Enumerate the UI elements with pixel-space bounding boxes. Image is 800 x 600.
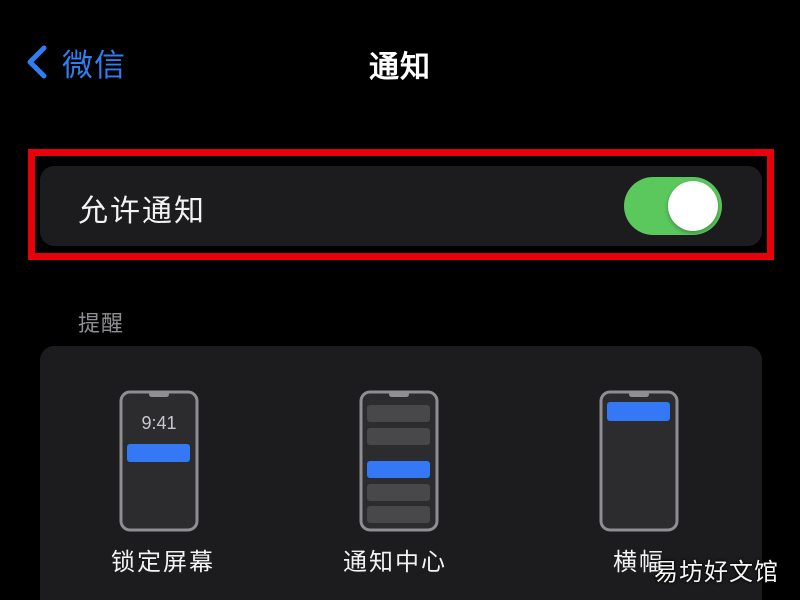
navigation-bar: 微信 通知	[0, 0, 800, 120]
allow-notifications-toggle[interactable]	[624, 177, 722, 235]
page-title: 通知	[369, 50, 431, 85]
lock-screen-time: 9:41	[141, 413, 176, 433]
allow-notifications-label: 允许通知	[78, 194, 206, 229]
alert-option-label: 通知中心	[343, 548, 447, 576]
notification-center-phone-icon	[359, 390, 439, 532]
banner-phone-icon	[599, 390, 679, 532]
lock-screen-phone-icon: 9:41	[119, 390, 199, 532]
alert-option-label: 锁定屏幕	[111, 548, 215, 576]
toggle-knob	[668, 181, 718, 231]
allow-notifications-row: 允许通知	[40, 166, 762, 246]
alert-option-notification-center[interactable]: 通知中心	[295, 346, 495, 600]
alerts-section-header: 提醒	[78, 312, 125, 337]
alert-option-lock-screen[interactable]: 9:41 锁定屏幕	[63, 346, 263, 600]
watermark: 易坊好文馆	[654, 558, 779, 586]
